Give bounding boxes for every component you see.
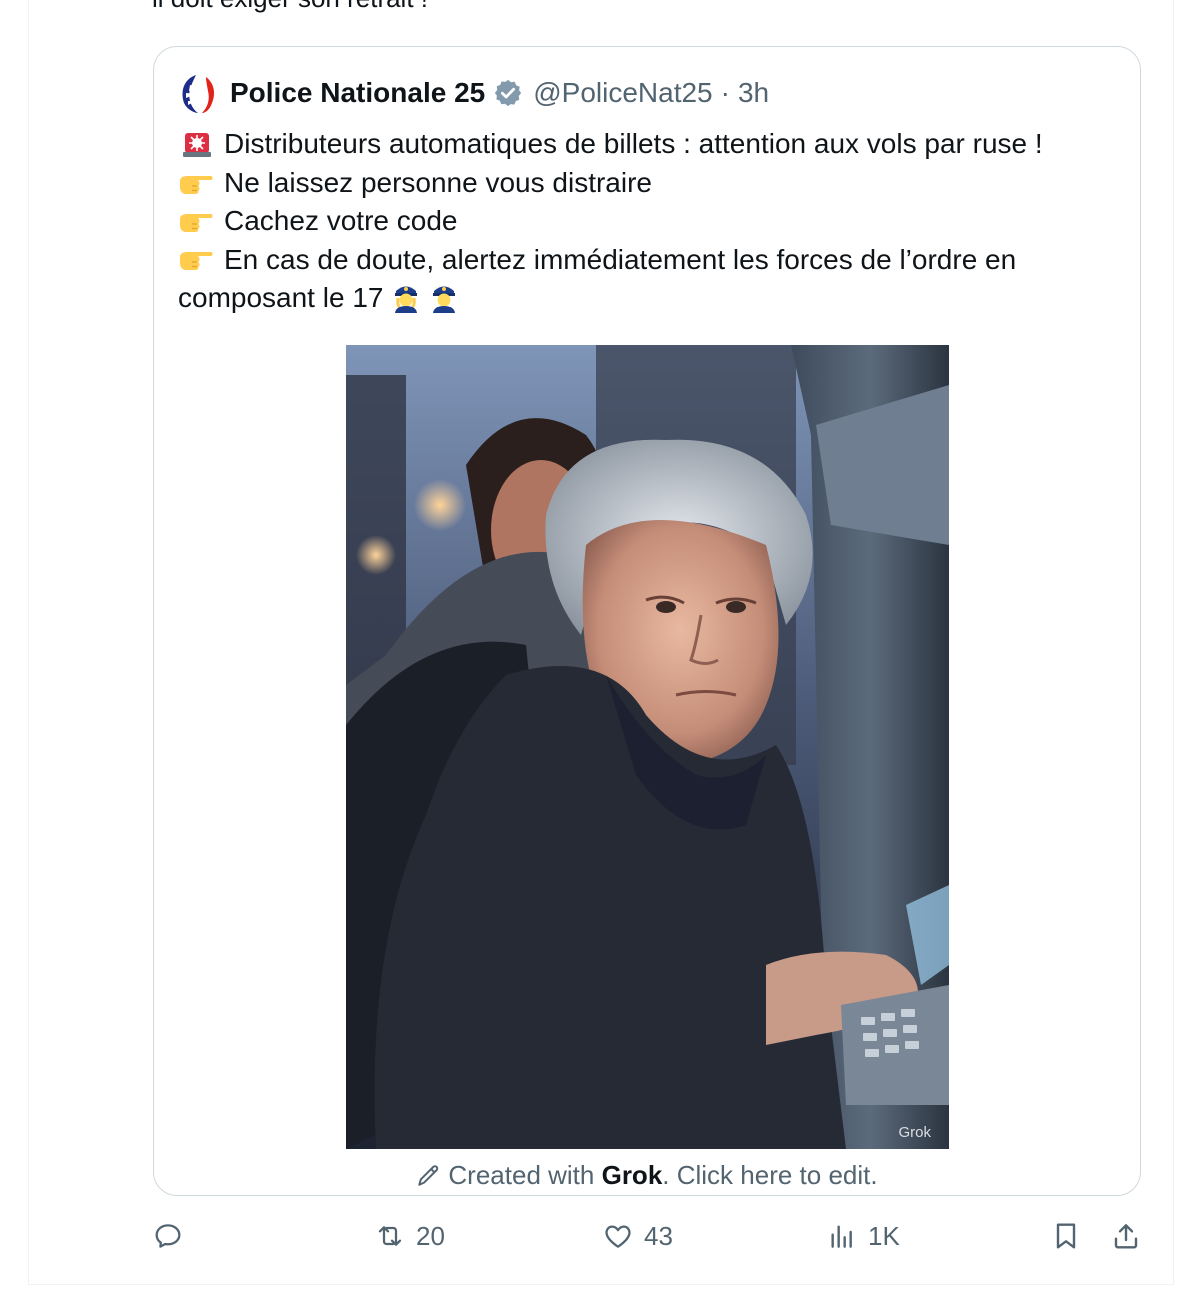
line-4-text: En cas de doute, alertez immédiatement l… bbox=[178, 243, 1017, 314]
quoted-tweet-time[interactable]: 3h bbox=[738, 77, 769, 109]
header-separator: · bbox=[720, 77, 730, 108]
text-line-1: Distributeurs automatiques de billets : … bbox=[178, 125, 1128, 164]
police-officer-woman-emoji-icon bbox=[391, 281, 421, 313]
tweet-divider bbox=[28, 1284, 1174, 1285]
created-with-brand: Grok bbox=[601, 1160, 663, 1190]
reply-icon bbox=[155, 1224, 181, 1248]
timeline-border-left bbox=[28, 0, 29, 1284]
created-with-suffix: . Click here to edit. bbox=[662, 1160, 878, 1190]
reply-button[interactable] bbox=[152, 1220, 194, 1252]
like-button[interactable]: 43 bbox=[602, 1220, 673, 1252]
quoted-author-name[interactable]: Police Nationale 25 bbox=[230, 77, 485, 109]
pointing-finger-icon bbox=[178, 245, 214, 273]
tweet-image[interactable]: Grok bbox=[346, 345, 949, 1149]
like-count: 43 bbox=[644, 1220, 673, 1251]
created-with-prefix: Created with bbox=[448, 1160, 602, 1190]
line-2-text: Ne laissez personne vous distraire bbox=[224, 166, 652, 198]
heart-icon bbox=[605, 1225, 631, 1248]
police-officer-man-emoji-icon bbox=[429, 281, 459, 313]
retweet-count: 20 bbox=[416, 1220, 445, 1251]
text-line-2: Ne laissez personne vous distraire bbox=[178, 164, 1128, 203]
text-line-3: Cachez votre code bbox=[178, 202, 1128, 241]
views-chart-icon bbox=[831, 1225, 852, 1248]
line-3-text: Cachez votre code bbox=[224, 205, 458, 236]
views-button[interactable]: 1K bbox=[826, 1220, 900, 1252]
pointing-finger-icon bbox=[178, 169, 214, 197]
retweet-icon bbox=[378, 1226, 402, 1246]
verified-badge-icon bbox=[493, 78, 523, 108]
line-1-text: Distributeurs automatiques de billets : … bbox=[224, 128, 1043, 159]
tweet-action-bar: 20 43 1K bbox=[150, 1220, 1144, 1264]
siren-emoji-icon bbox=[178, 130, 214, 158]
quoted-tweet-text: Distributeurs automatiques de billets : … bbox=[178, 125, 1128, 318]
retweet-button[interactable]: 20 bbox=[374, 1220, 445, 1252]
timeline-border-right bbox=[1173, 0, 1174, 1284]
views-count: 1K bbox=[868, 1220, 900, 1251]
grok-watermark: Grok bbox=[898, 1124, 931, 1141]
quoted-author-handle[interactable]: @PoliceNat25 bbox=[533, 77, 712, 109]
quoted-tweet-header: Police Nationale 25 @PoliceNat25 · 3h bbox=[176, 71, 769, 115]
text-line-4: En cas de doute, alertez immédiatement l… bbox=[178, 241, 1128, 318]
created-with-grok-link[interactable]: Created with Grok. Click here to edit. bbox=[154, 1160, 1140, 1191]
share-button[interactable] bbox=[1110, 1220, 1142, 1252]
share-icon bbox=[1114, 1224, 1138, 1249]
quoted-tweet-card[interactable]: Police Nationale 25 @PoliceNat25 · 3h Di… bbox=[153, 46, 1141, 1196]
police-logo-avatar[interactable] bbox=[176, 71, 224, 115]
tweet-text-tail: il doit exiger son retrait ! bbox=[152, 0, 428, 14]
pencil-icon bbox=[416, 1162, 442, 1188]
pointing-finger-icon bbox=[178, 207, 214, 235]
bookmark-icon bbox=[1056, 1223, 1076, 1249]
bookmark-button[interactable] bbox=[1050, 1220, 1082, 1252]
